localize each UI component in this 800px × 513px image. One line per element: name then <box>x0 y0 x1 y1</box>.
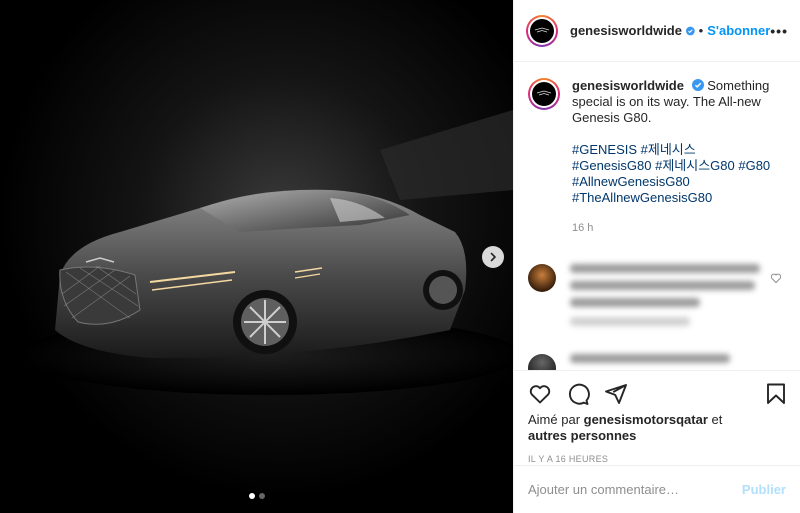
verified-icon <box>685 26 695 35</box>
instagram-post: genesisworldwide • S'abonner ••• genesis… <box>0 0 800 513</box>
comment-input[interactable] <box>528 482 742 497</box>
avatar[interactable] <box>526 14 558 47</box>
carousel-indicator <box>249 493 265 499</box>
share-icon[interactable] <box>604 382 628 406</box>
follow-button[interactable]: S'abonner <box>707 23 770 38</box>
likes-summary: Aimé par genesismotorsqatar et autres pe… <box>514 410 800 444</box>
list-item <box>528 264 784 334</box>
genesis-logo <box>534 27 550 32</box>
header-username[interactable]: genesisworldwide <box>570 23 682 38</box>
genesis-logo <box>536 90 552 96</box>
post-timestamp[interactable]: IL Y A 16 HEURES <box>514 444 800 464</box>
comment-icon[interactable] <box>566 382 590 406</box>
caption-avatar[interactable] <box>528 78 560 110</box>
hashtag-line[interactable]: #TheAllnewGenesisG80 <box>572 190 780 206</box>
liked-by-user[interactable]: genesismotorsqatar <box>584 412 708 427</box>
likes-prefix: Aimé par <box>528 412 584 427</box>
post-side-panel: genesisworldwide • S'abonner ••• genesis… <box>513 0 800 513</box>
avatar[interactable] <box>528 264 556 292</box>
blurred-comment-text <box>570 354 770 370</box>
hashtag-line[interactable]: #AllnewGenesisG80 <box>572 174 780 190</box>
car-photo <box>0 0 513 513</box>
caption-time: 16 h <box>572 222 594 234</box>
hashtag-line[interactable]: #GENESIS #제네시스 <box>572 142 780 158</box>
add-comment-bar: Publier <box>514 465 800 513</box>
hashtag-line[interactable]: #GenesisG80 #제네시스G80 #G80 <box>572 158 780 174</box>
comments-section[interactable]: genesisworldwide Something special is on… <box>514 62 800 370</box>
heart-icon[interactable] <box>770 272 782 284</box>
likes-suffix: et <box>707 412 723 427</box>
post-media[interactable] <box>0 0 513 513</box>
list-item <box>528 354 784 370</box>
separator-dot: • <box>698 23 704 38</box>
verified-icon <box>691 79 704 91</box>
avatar[interactable] <box>528 354 556 370</box>
carousel-dot <box>259 493 265 499</box>
publish-button[interactable]: Publier <box>742 482 786 497</box>
chevron-right-icon <box>490 252 496 262</box>
post-header: genesisworldwide • S'abonner ••• <box>514 0 800 62</box>
blurred-comment-text <box>570 264 770 334</box>
action-bar <box>514 370 800 410</box>
heart-icon[interactable] <box>528 382 552 406</box>
more-options-icon[interactable]: ••• <box>770 23 788 39</box>
likes-others-link[interactable]: autres personnes <box>528 428 636 443</box>
caption: genesisworldwide Something special is on… <box>528 78 784 236</box>
hashtags: #GENESIS #제네시스 #GenesisG80 #제네시스G80 #G80… <box>572 142 780 206</box>
caption-text-block: genesisworldwide Something special is on… <box>572 78 780 236</box>
carousel-dot-active <box>249 493 255 499</box>
bookmark-icon[interactable] <box>764 382 788 406</box>
caption-username[interactable]: genesisworldwide <box>572 78 684 93</box>
next-slide-button[interactable] <box>482 246 504 268</box>
